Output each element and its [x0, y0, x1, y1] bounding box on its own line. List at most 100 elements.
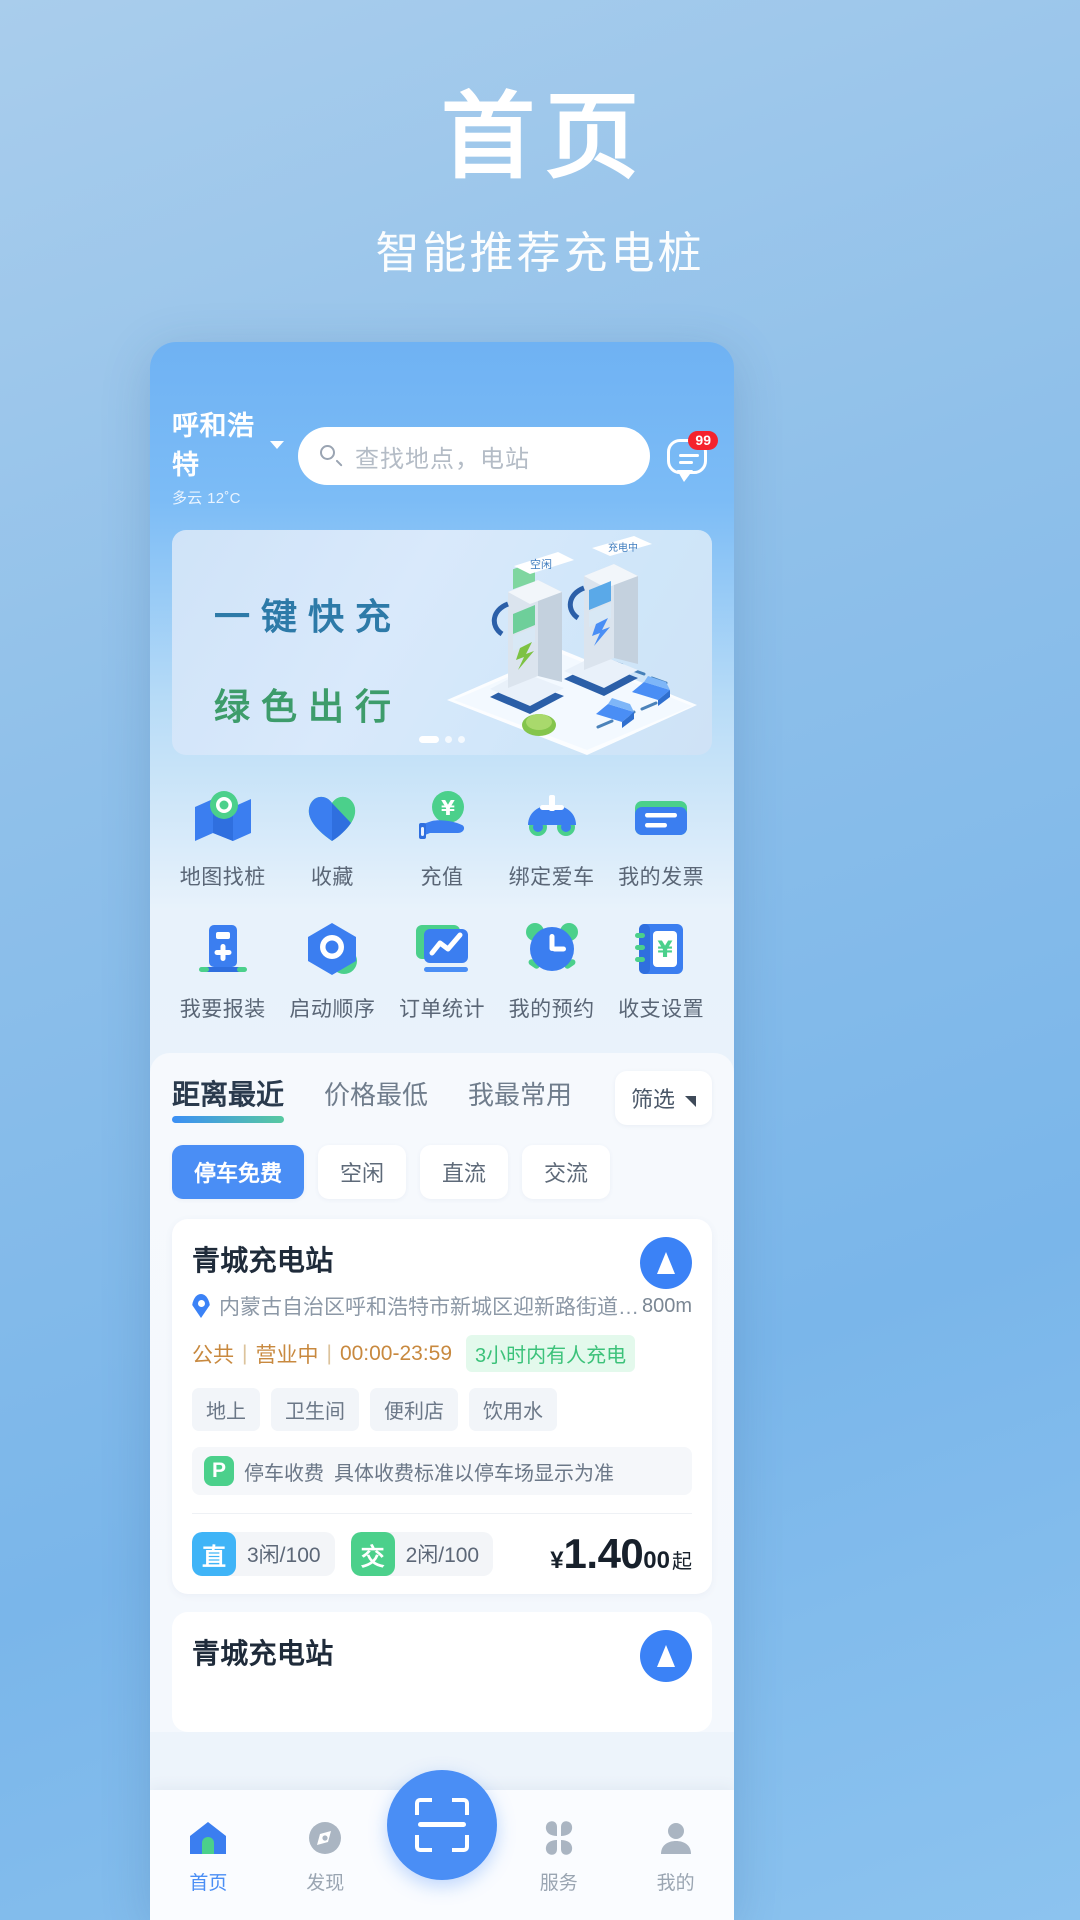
quick-action-label: 我要报装: [179, 998, 266, 1021]
grid-four-icon: [537, 1816, 581, 1860]
tab-lowest-price[interactable]: 价格最低: [324, 1075, 428, 1122]
dc-badge: 直: [192, 1532, 236, 1576]
scan-button[interactable]: [387, 1770, 497, 1880]
svg-text:空闲: 空闲: [530, 557, 552, 571]
tab-home[interactable]: 首页: [150, 1816, 267, 1895]
quick-action-label: 绑定爱车: [508, 866, 595, 889]
quick-action-install-request[interactable]: 我要报装: [168, 917, 278, 1023]
station-card[interactable]: 青城充电站 800m 内蒙古自治区呼和浩特市新城区迎新路街道首府… 公共 | 营…: [172, 1219, 712, 1594]
navigate-button[interactable]: [640, 1237, 692, 1289]
chip-ac[interactable]: 交流: [522, 1145, 611, 1199]
quick-action-grid: 地图找桩 收藏 ¥ 充值 绑定爱车 我的发票 我要报装 启动顺序 订单统计 我的…: [150, 755, 734, 1029]
navigation-arrow-icon: [657, 1645, 675, 1667]
station-address: 内蒙古自治区呼和浩特市新城区迎新路街道首府…: [219, 1296, 639, 1319]
station-tag: 地上: [192, 1388, 260, 1431]
chip-dc[interactable]: 直流: [420, 1145, 509, 1199]
compass-icon: [303, 1816, 347, 1860]
invoice-envelope-icon: [629, 785, 693, 849]
banner-line-1: 一键快充: [214, 596, 403, 637]
ac-badge: 交: [350, 1532, 395, 1576]
quick-action-label: 收藏: [310, 866, 354, 889]
quick-action-order-stats[interactable]: 订单统计: [387, 917, 497, 1023]
chart-monitor-icon: [410, 917, 474, 981]
parking-icon: P: [204, 1456, 234, 1486]
meta-separator: |: [326, 1341, 332, 1365]
city-name: 呼和浩特: [172, 411, 255, 480]
banner-text: 一键快充 绿色出行: [214, 588, 402, 730]
quick-action-favorites[interactable]: 收藏: [278, 785, 388, 891]
scan-icon: [415, 1798, 469, 1852]
banner-dot[interactable]: [445, 736, 452, 743]
person-icon: [654, 1816, 698, 1860]
tab-discover[interactable]: 发现: [267, 1816, 384, 1895]
station-2-name: 青城充电站: [192, 1638, 334, 1669]
filter-button[interactable]: 筛选: [614, 1071, 712, 1125]
quick-action-my-booking[interactable]: 我的预约: [497, 917, 607, 1023]
search-placeholder: 查找地点，电站: [355, 445, 530, 473]
map-pin-icon: [191, 785, 255, 849]
quick-action-label: 启动顺序: [289, 998, 376, 1021]
banner-dot-active[interactable]: [419, 736, 439, 743]
quick-action-label: 我的预约: [508, 998, 595, 1021]
home-icon: [186, 1816, 230, 1860]
hexagon-circle-icon: [300, 917, 364, 981]
chip-free-parking[interactable]: 停车免费: [172, 1145, 305, 1199]
parking-title: 停车收费: [244, 1462, 324, 1485]
charger-plus-icon: [191, 917, 255, 981]
tab-most-used[interactable]: 我最常用: [468, 1075, 572, 1122]
tab-label: 发现: [306, 1873, 345, 1894]
svg-text:¥: ¥: [441, 796, 455, 820]
parking-note: 具体收费标准以停车场显示为准: [334, 1462, 614, 1485]
price-decimals: 00: [643, 1547, 670, 1574]
tab-profile[interactable]: 我的: [617, 1816, 734, 1895]
quick-action-map-find[interactable]: 地图找桩: [168, 785, 278, 891]
alarm-clock-icon: [520, 917, 584, 981]
charging-station-illustration: 空闲 充电中: [447, 536, 697, 755]
app-screen: 呼和浩特 多云 12˚C 查找地点，电站 99 一键快充 绿色出行 空闲 充电中…: [150, 342, 734, 1920]
car-icon: [520, 785, 584, 849]
svg-text:¥: ¥: [658, 938, 674, 963]
station-address-row: 内蒙古自治区呼和浩特市新城区迎新路街道首府…: [192, 1291, 692, 1321]
meta-separator: |: [242, 1341, 248, 1365]
quick-action-invoice[interactable]: 我的发票: [606, 785, 716, 891]
quick-action-label: 地图找桩: [179, 866, 266, 889]
navigation-arrow-icon: [657, 1252, 675, 1274]
banner-dot[interactable]: [458, 736, 465, 743]
quick-action-label: 我的发票: [618, 866, 705, 889]
quick-action-start-order[interactable]: 启动顺序: [278, 917, 388, 1023]
plug-availability-ac: 交 2闲/100: [350, 1532, 494, 1576]
station-tag: 卫生间: [271, 1388, 359, 1431]
phone-mockup: 呼和浩特 多云 12˚C 查找地点，电站 99 一键快充 绿色出行 空闲 充电中…: [150, 342, 734, 1920]
quick-action-row-2: 我要报装 启动顺序 订单统计 我的预约 ¥ 收支设置: [168, 917, 716, 1023]
promo-banner[interactable]: 一键快充 绿色出行 空闲 充电中: [172, 530, 712, 755]
svg-text:充电中: 充电中: [608, 541, 638, 554]
message-badge: 99: [688, 431, 718, 451]
navigate-button-2[interactable]: [640, 1630, 692, 1682]
tab-label: 我的: [656, 1873, 695, 1894]
chip-idle[interactable]: 空闲: [318, 1145, 407, 1199]
heart-icon: [300, 785, 364, 849]
dc-availability: 3闲/100: [247, 1544, 321, 1567]
filter-chips: 停车免费 空闲 直流 交流: [172, 1145, 712, 1199]
quick-action-bind-car[interactable]: 绑定爱车: [497, 785, 607, 891]
tab-nearest[interactable]: 距离最近: [172, 1073, 285, 1123]
station-card-2[interactable]: 青城充电站: [172, 1612, 712, 1732]
quick-action-budget-settings[interactable]: ¥ 收支设置: [606, 917, 716, 1023]
quick-action-recharge[interactable]: ¥ 充值: [387, 785, 497, 891]
ac-availability: 2闲/100: [405, 1544, 480, 1567]
triangle-icon: [685, 1095, 696, 1107]
chevron-down-icon: [270, 441, 284, 449]
search-input[interactable]: 查找地点，电站: [298, 427, 650, 485]
tab-services[interactable]: 服务: [500, 1816, 617, 1895]
station-tag: 便利店: [370, 1388, 458, 1431]
station-type: 公共: [192, 1343, 234, 1367]
messages-button[interactable]: 99: [664, 431, 718, 482]
station-list-sheet: 距离最近 价格最低 我最常用 筛选 停车免费 空闲 直流 交流 青城充电站 80…: [150, 1053, 734, 1732]
weather-text: 多云 12˚C: [172, 490, 241, 507]
page-subtitle: 智能推荐充电桩: [375, 228, 705, 278]
banner-line-2: 绿色出行: [214, 686, 403, 727]
book-yuan-icon: ¥: [629, 917, 693, 981]
banner-dots[interactable]: [419, 736, 465, 743]
city-selector[interactable]: 呼和浩特 多云 12˚C: [172, 404, 284, 508]
plug-availability-dc: 直 3闲/100: [192, 1532, 335, 1576]
